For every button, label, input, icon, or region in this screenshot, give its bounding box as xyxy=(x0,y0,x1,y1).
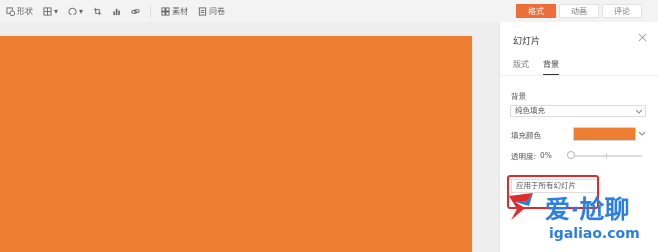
toolbar-item-assets[interactable]: 素材 xyxy=(161,6,188,17)
toolbar-divider xyxy=(150,5,152,17)
watermark-logo-icon xyxy=(509,193,533,220)
tab-animation[interactable]: 动画 xyxy=(559,4,599,18)
fill-type-select[interactable]: 纯色填充 xyxy=(510,105,646,117)
chevron-down-icon[interactable] xyxy=(639,131,645,136)
toolbar-item-symbol[interactable]: ▾ xyxy=(68,7,83,16)
panel-subtabs: 版式 背景 xyxy=(513,59,559,75)
toolbar-item-shapes[interactable]: 形状 xyxy=(6,6,33,17)
watermark: 爱·尬聊 igaliao.com xyxy=(505,182,658,252)
chevron-down-icon: ▾ xyxy=(54,6,59,16)
transparency-label: 透明度: xyxy=(511,152,537,161)
link-icon xyxy=(131,8,140,14)
background-label: 背景 xyxy=(511,92,526,101)
close-icon[interactable] xyxy=(638,33,647,42)
top-tabs: 格式 动画 评论 xyxy=(516,4,645,18)
chevron-down-icon xyxy=(636,109,642,114)
fill-type-value: 纯色填充 xyxy=(515,106,545,115)
assets-icon xyxy=(161,6,170,16)
watermark-url: igaliao.com xyxy=(549,226,640,242)
survey-icon xyxy=(198,6,207,16)
toolbar-item-link[interactable] xyxy=(131,7,140,16)
fill-color-swatch[interactable] xyxy=(573,127,636,141)
watermark-text: 爱·尬聊 xyxy=(545,195,630,224)
transparency-value: 0% xyxy=(540,151,552,160)
tab-format[interactable]: 格式 xyxy=(516,4,556,18)
toolbar-item-label: 形状 xyxy=(17,6,33,16)
toolbar: 形状 ▾ ▾ 素材 问卷 xyxy=(0,0,486,22)
transparency-slider[interactable] xyxy=(572,155,642,157)
chevron-down-icon: ▾ xyxy=(79,6,84,16)
slide-canvas[interactable] xyxy=(0,36,472,252)
symbol-icon xyxy=(68,7,77,15)
toolbar-item-chart[interactable] xyxy=(112,7,121,16)
tab-background[interactable]: 背景 xyxy=(543,59,559,75)
toolbar-item-table[interactable]: ▾ xyxy=(43,7,58,16)
table-icon xyxy=(43,6,52,16)
toolbar-item-survey[interactable]: 问卷 xyxy=(198,6,225,17)
slider-tick xyxy=(606,153,607,158)
tab-comments[interactable]: 评论 xyxy=(602,4,642,18)
toolbar-item-label: 问卷 xyxy=(209,6,226,16)
panel-title: 幻灯片 xyxy=(513,37,541,47)
shapes-icon xyxy=(6,6,15,16)
transparency-slider-handle[interactable] xyxy=(567,151,575,159)
crop-icon xyxy=(93,7,102,15)
divider xyxy=(500,75,658,76)
toolbar-item-label: 素材 xyxy=(172,6,189,16)
tab-layout[interactable]: 版式 xyxy=(513,59,529,70)
fill-color-label: 填充颜色 xyxy=(511,131,541,140)
toolbar-item-crop[interactable] xyxy=(93,7,102,16)
chart-icon xyxy=(113,8,120,15)
